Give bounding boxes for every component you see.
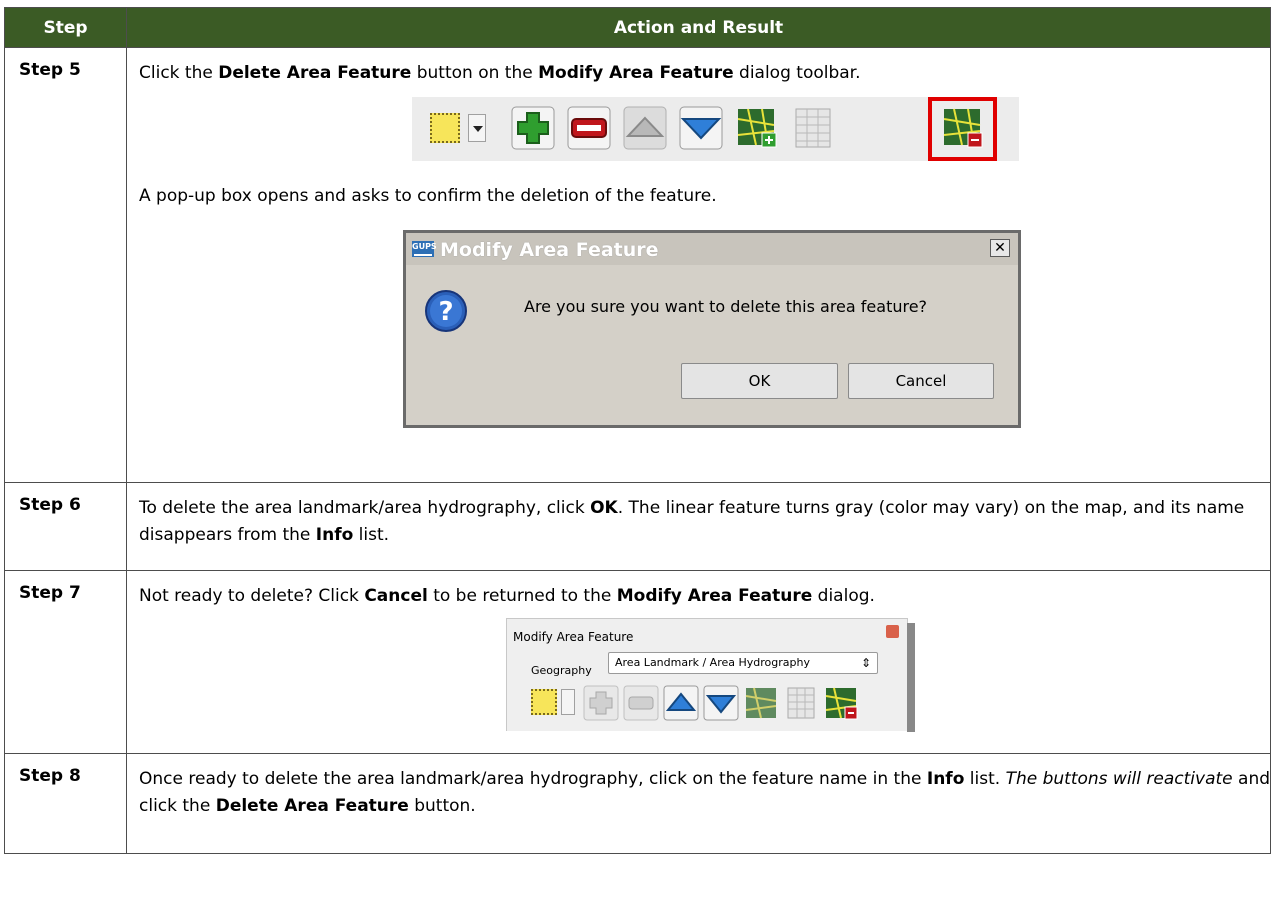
move-up-icon[interactable] [622, 105, 668, 151]
text-run: Once ready to delete the area landmark/a… [139, 769, 927, 789]
step-body: Once ready to delete the area landmark/a… [126, 753, 1271, 854]
text-bold: OK [590, 498, 618, 518]
text-bold: Delete Area Feature [218, 63, 412, 83]
delete-icon [623, 685, 659, 721]
header-action: Action and Result [126, 7, 1271, 48]
text-run: dialog. [812, 586, 875, 606]
select-icon[interactable] [531, 689, 557, 715]
modify-area-toolbar [412, 97, 1019, 161]
step-label: Step 7 [4, 570, 127, 754]
text-run: button on the [411, 63, 539, 83]
highlight-box [928, 97, 997, 161]
header-step: Step [4, 7, 127, 48]
step-text: Not ready to delete? Click Cancel to be … [139, 583, 1270, 610]
step-label: Step 5 [4, 47, 127, 483]
select-arrows-icon: ⇕ [860, 656, 871, 670]
text-run: list. [353, 525, 390, 545]
text-run: dialog toolbar. [733, 63, 861, 83]
table-row: Step 8 Once ready to delete the area lan… [4, 753, 1271, 854]
delete-icon[interactable] [566, 105, 612, 151]
modify-area-dialog: Modify Area Feature Geography Area Landm… [506, 618, 915, 732]
text-run: button. [408, 796, 476, 816]
attribute-table-icon [787, 687, 815, 719]
text-run: to be returned to the [427, 586, 617, 606]
step-label: Step 6 [4, 482, 127, 571]
text-run: Not ready to delete? Click [139, 586, 365, 606]
confirm-dialog: GUPS Modify Area Feature ✕ ? Are you sur… [403, 230, 1021, 428]
text-run: Click the [139, 63, 219, 83]
text-run: To delete the area landmark/area hydrogr… [139, 498, 591, 518]
cancel-button[interactable]: Cancel [848, 363, 994, 399]
move-down-icon[interactable] [678, 105, 724, 151]
table-row: Step 5 Click the Delete Area Feature but… [4, 47, 1271, 483]
step-text: Click the Delete Area Feature button on … [139, 60, 1270, 87]
step-body: Click the Delete Area Feature button on … [126, 47, 1271, 483]
text-bold: Info [315, 525, 354, 545]
ok-button[interactable]: OK [681, 363, 838, 399]
table-row: Step 7 Not ready to delete? Click Cancel… [4, 570, 1271, 754]
step-label: Step 8 [4, 753, 127, 854]
attribute-table-icon[interactable] [790, 105, 836, 151]
svg-text:?: ? [438, 297, 453, 327]
step-body: To delete the area landmark/area hydrogr… [126, 482, 1271, 571]
add-area-feature-icon [745, 687, 777, 719]
text-run: list. [964, 769, 1006, 789]
table-row: Step 6 To delete the area landmark/area … [4, 482, 1271, 571]
dialog-shadow [907, 623, 915, 732]
step-body: Not ready to delete? Click Cancel to be … [126, 570, 1271, 754]
close-icon[interactable] [886, 625, 899, 638]
header-row: Step Action and Result [4, 7, 1271, 48]
question-icon: ? [425, 290, 467, 332]
dropdown-arrow-icon[interactable] [468, 114, 486, 142]
add-icon [583, 685, 619, 721]
text-italic: The buttons will reactivate [1005, 769, 1233, 789]
dialog-message: Are you sure you want to delete this are… [524, 297, 928, 316]
dialog-titlebar: GUPS Modify Area Feature ✕ [406, 233, 1018, 265]
steps-table: Step Action and Result Step 5 Click the … [4, 7, 1271, 854]
add-icon[interactable] [510, 105, 556, 151]
geography-label: Geography [531, 664, 592, 677]
text-bold: Delete Area Feature [215, 796, 409, 816]
text-bold: Modify Area Feature [616, 586, 813, 606]
step-text: To delete the area landmark/area hydrogr… [139, 495, 1270, 549]
gups-logo-icon: GUPS [412, 241, 437, 257]
delete-area-feature-icon[interactable] [823, 685, 859, 721]
step-text: Once ready to delete the area landmark/a… [139, 766, 1270, 820]
geography-select[interactable]: Area Landmark / Area Hydrography ⇕ [608, 652, 878, 674]
mini-dialog-title: Modify Area Feature [513, 630, 634, 644]
text-bold: Cancel [364, 586, 428, 606]
text-bold: Info [926, 769, 965, 789]
step-text: A pop-up box opens and asks to confirm t… [139, 186, 717, 206]
add-area-feature-icon[interactable] [734, 105, 780, 151]
close-button[interactable]: ✕ [990, 239, 1010, 257]
select-icon[interactable] [430, 113, 460, 143]
dialog-title: Modify Area Feature [440, 239, 659, 261]
dropdown-arrow-icon[interactable] [561, 689, 575, 715]
text-bold: Modify Area Feature [538, 63, 734, 83]
move-down-icon[interactable] [703, 685, 739, 721]
geography-value: Area Landmark / Area Hydrography [615, 656, 810, 669]
move-up-icon[interactable] [663, 685, 699, 721]
